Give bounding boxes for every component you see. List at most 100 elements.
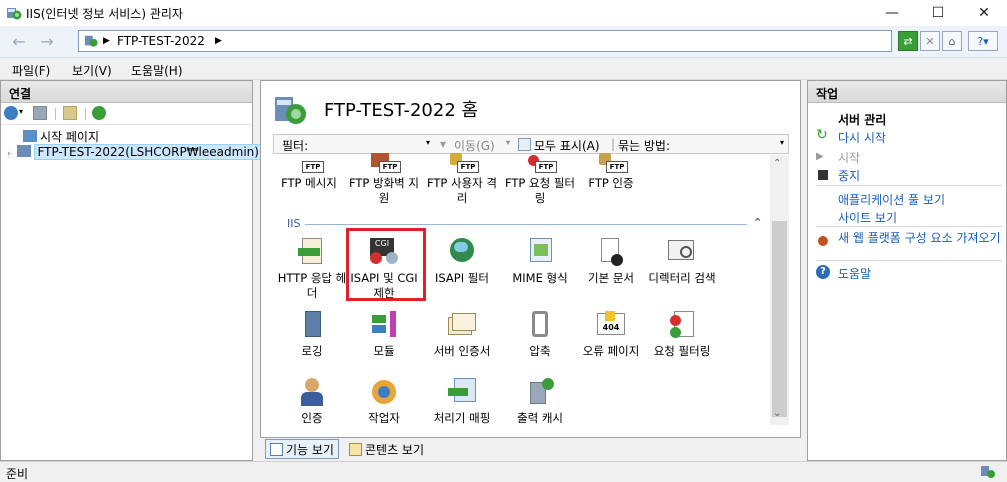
restart-link[interactable]: 다시 시작 bbox=[838, 129, 886, 146]
help-link[interactable]: 도움말 bbox=[838, 265, 871, 282]
expand-icon[interactable]: › bbox=[7, 149, 11, 159]
start-link[interactable]: 시작 bbox=[838, 149, 860, 166]
feature-label: FTP 인증 bbox=[588, 176, 634, 190]
feature-directory-browsing[interactable]: 디렉터리 검색 bbox=[647, 236, 717, 286]
dropdown-icon[interactable]: ▾ bbox=[19, 107, 23, 116]
tree-item-start-page[interactable]: 시작 페이지 bbox=[23, 128, 99, 145]
feature-worker-processes[interactable]: 작업자 bbox=[349, 376, 419, 426]
refresh-icon[interactable]: ⇄ bbox=[898, 31, 918, 51]
address-box[interactable]: ▶ FTP-TEST-2022 ▶ bbox=[78, 30, 892, 52]
toolbar-separator bbox=[85, 108, 86, 120]
close-button[interactable]: ✕ bbox=[961, 0, 1007, 26]
breadcrumb-server[interactable]: FTP-TEST-2022 bbox=[117, 34, 205, 48]
connect-icon[interactable] bbox=[4, 106, 18, 120]
separator bbox=[816, 185, 1002, 186]
disconnect-icon[interactable] bbox=[92, 106, 106, 120]
feature-isapi-filters[interactable]: ISAPI 필터 bbox=[427, 236, 497, 286]
output-caching-icon bbox=[524, 376, 556, 408]
actions-title: 작업 bbox=[808, 81, 1006, 103]
feature-label: 작업자 bbox=[368, 411, 400, 425]
feature-ftp-messages[interactable]: FTP FTP 메시지 bbox=[274, 153, 344, 191]
go-dropdown-icon[interactable]: ▾ bbox=[506, 138, 510, 147]
group-by-label[interactable]: 묶는 방법: bbox=[618, 137, 670, 154]
tree-item-server[interactable]: › FTP-TEST-2022(LSHCORP₩leeadmin) bbox=[7, 144, 262, 160]
server-manage-heading: 서버 관리 bbox=[838, 113, 887, 127]
get-web-platform-link[interactable]: 새 웹 플랫폼 구성 요소 가져오기 bbox=[838, 231, 1003, 245]
save-icon[interactable] bbox=[33, 106, 47, 120]
ftp-messages-icon: FTP bbox=[293, 153, 325, 173]
feature-ftp-request-filtering[interactable]: FTP FTP 요청 필터링 bbox=[505, 153, 575, 206]
tab-content-view[interactable]: 콘텐츠 보기 bbox=[347, 440, 426, 460]
view-app-pools-link[interactable]: 애플리케이션 풀 보기 bbox=[838, 191, 945, 208]
collapse-icon[interactable]: ⌃ bbox=[753, 216, 762, 229]
menu-bar: 파일(F) 보기(V) 도움말(H) bbox=[0, 58, 1007, 80]
feature-server-certificates[interactable]: 서버 인증서 bbox=[427, 309, 497, 359]
filter-label: 필터: bbox=[282, 139, 309, 153]
feature-label: FTP 사용자 격리 bbox=[427, 176, 498, 205]
feature-handler-mappings[interactable]: 처리기 매핑 bbox=[427, 376, 497, 426]
feature-label: 인증 bbox=[301, 411, 323, 425]
back-button[interactable]: ← bbox=[6, 30, 32, 52]
crumb-arrow-icon[interactable]: ▶ bbox=[215, 36, 222, 46]
filter-input[interactable] bbox=[319, 136, 431, 152]
feature-logging[interactable]: 로깅 bbox=[277, 309, 347, 359]
menu-view[interactable]: 보기(V) bbox=[72, 62, 112, 79]
feature-label: FTP 메시지 bbox=[281, 176, 337, 190]
home-icon[interactable]: ⌂ bbox=[942, 31, 962, 51]
menu-help[interactable]: 도움말(H) bbox=[131, 62, 183, 79]
server-status-icon bbox=[981, 466, 995, 478]
show-all-button[interactable]: 모두 표시(A) bbox=[534, 137, 600, 154]
up-level-icon[interactable] bbox=[63, 106, 77, 120]
feature-label: 모듈 bbox=[373, 344, 395, 358]
feature-modules[interactable]: 모듈 bbox=[349, 309, 419, 359]
feature-label: ISAPI 필터 bbox=[435, 271, 489, 285]
feature-compression[interactable]: 압축 bbox=[505, 309, 575, 359]
scroll-up-icon[interactable]: ⌃ bbox=[773, 158, 781, 169]
stop-link[interactable]: 중지 bbox=[838, 167, 860, 184]
tab-features-view[interactable]: 기능 보기 bbox=[265, 439, 339, 459]
title-bar: IIS(인터넷 정보 서비스) 관리자 — ☐ ✕ bbox=[0, 0, 1007, 26]
status-text: 준비 bbox=[6, 467, 29, 481]
connections-toolbar: ▾ bbox=[1, 103, 252, 125]
feature-error-pages[interactable]: 404 오류 페이지 bbox=[576, 309, 646, 359]
modules-icon bbox=[368, 309, 400, 341]
feature-ftp-user-isolation[interactable]: FTP FTP 사용자 격리 bbox=[427, 153, 497, 206]
feature-label: 로깅 bbox=[301, 344, 323, 358]
mime-types-icon bbox=[524, 236, 556, 268]
forward-button[interactable]: → bbox=[34, 30, 60, 52]
feature-authentication[interactable]: 인증 bbox=[277, 376, 347, 426]
address-bar: ← → ▶ FTP-TEST-2022 ▶ ⇄ ✕ ⌂ ?▾ bbox=[0, 26, 1007, 58]
maximize-button[interactable]: ☐ bbox=[915, 0, 961, 26]
tree-label: 시작 페이지 bbox=[40, 130, 100, 144]
menu-file[interactable]: 파일(F) bbox=[12, 62, 50, 79]
group-dropdown-icon[interactable]: ▾ bbox=[780, 138, 784, 147]
ftp-firewall-icon: FTP bbox=[368, 153, 401, 173]
feature-label: FTP 방화벽 지원 bbox=[349, 176, 420, 205]
feature-label: 디렉터리 검색 bbox=[648, 271, 716, 285]
stop-icon[interactable]: ✕ bbox=[920, 31, 940, 51]
request-filtering-icon bbox=[666, 309, 698, 341]
start-icon: ▶ bbox=[816, 151, 824, 162]
divider: | bbox=[611, 137, 616, 151]
logging-icon bbox=[296, 309, 328, 341]
feature-mime-types[interactable]: MIME 형식 bbox=[505, 236, 575, 286]
view-sites-link[interactable]: 사이트 보기 bbox=[838, 209, 897, 226]
feature-default-document[interactable]: 기본 문서 bbox=[576, 236, 646, 286]
content-view-icon bbox=[349, 443, 362, 456]
scroll-down-icon[interactable]: ⌄ bbox=[773, 408, 781, 419]
feature-request-filtering[interactable]: 요청 필터링 bbox=[647, 309, 717, 359]
scroll-thumb[interactable] bbox=[772, 221, 787, 417]
filter-dropdown-icon[interactable]: ▾ bbox=[426, 138, 430, 147]
ftp-request-filtering-icon: FTP bbox=[524, 153, 557, 173]
help-dropdown-icon[interactable]: ?▾ bbox=[968, 31, 998, 51]
feature-ftp-firewall[interactable]: FTP FTP 방화벽 지원 bbox=[349, 153, 419, 206]
show-all-icon bbox=[518, 138, 531, 151]
scrollbar[interactable]: ⌃ ⌄ bbox=[770, 155, 789, 425]
feature-ftp-authentication[interactable]: FTP FTP 인증 bbox=[576, 153, 646, 191]
iis-app-icon bbox=[7, 8, 22, 20]
feature-output-caching[interactable]: 출력 캐시 bbox=[505, 376, 575, 426]
isapi-filters-icon bbox=[446, 236, 478, 268]
go-button[interactable]: 이동(G) bbox=[454, 137, 495, 154]
feature-http-response-headers[interactable]: HTTP 응답 헤더 bbox=[277, 236, 347, 301]
minimize-button[interactable]: — bbox=[869, 0, 915, 26]
